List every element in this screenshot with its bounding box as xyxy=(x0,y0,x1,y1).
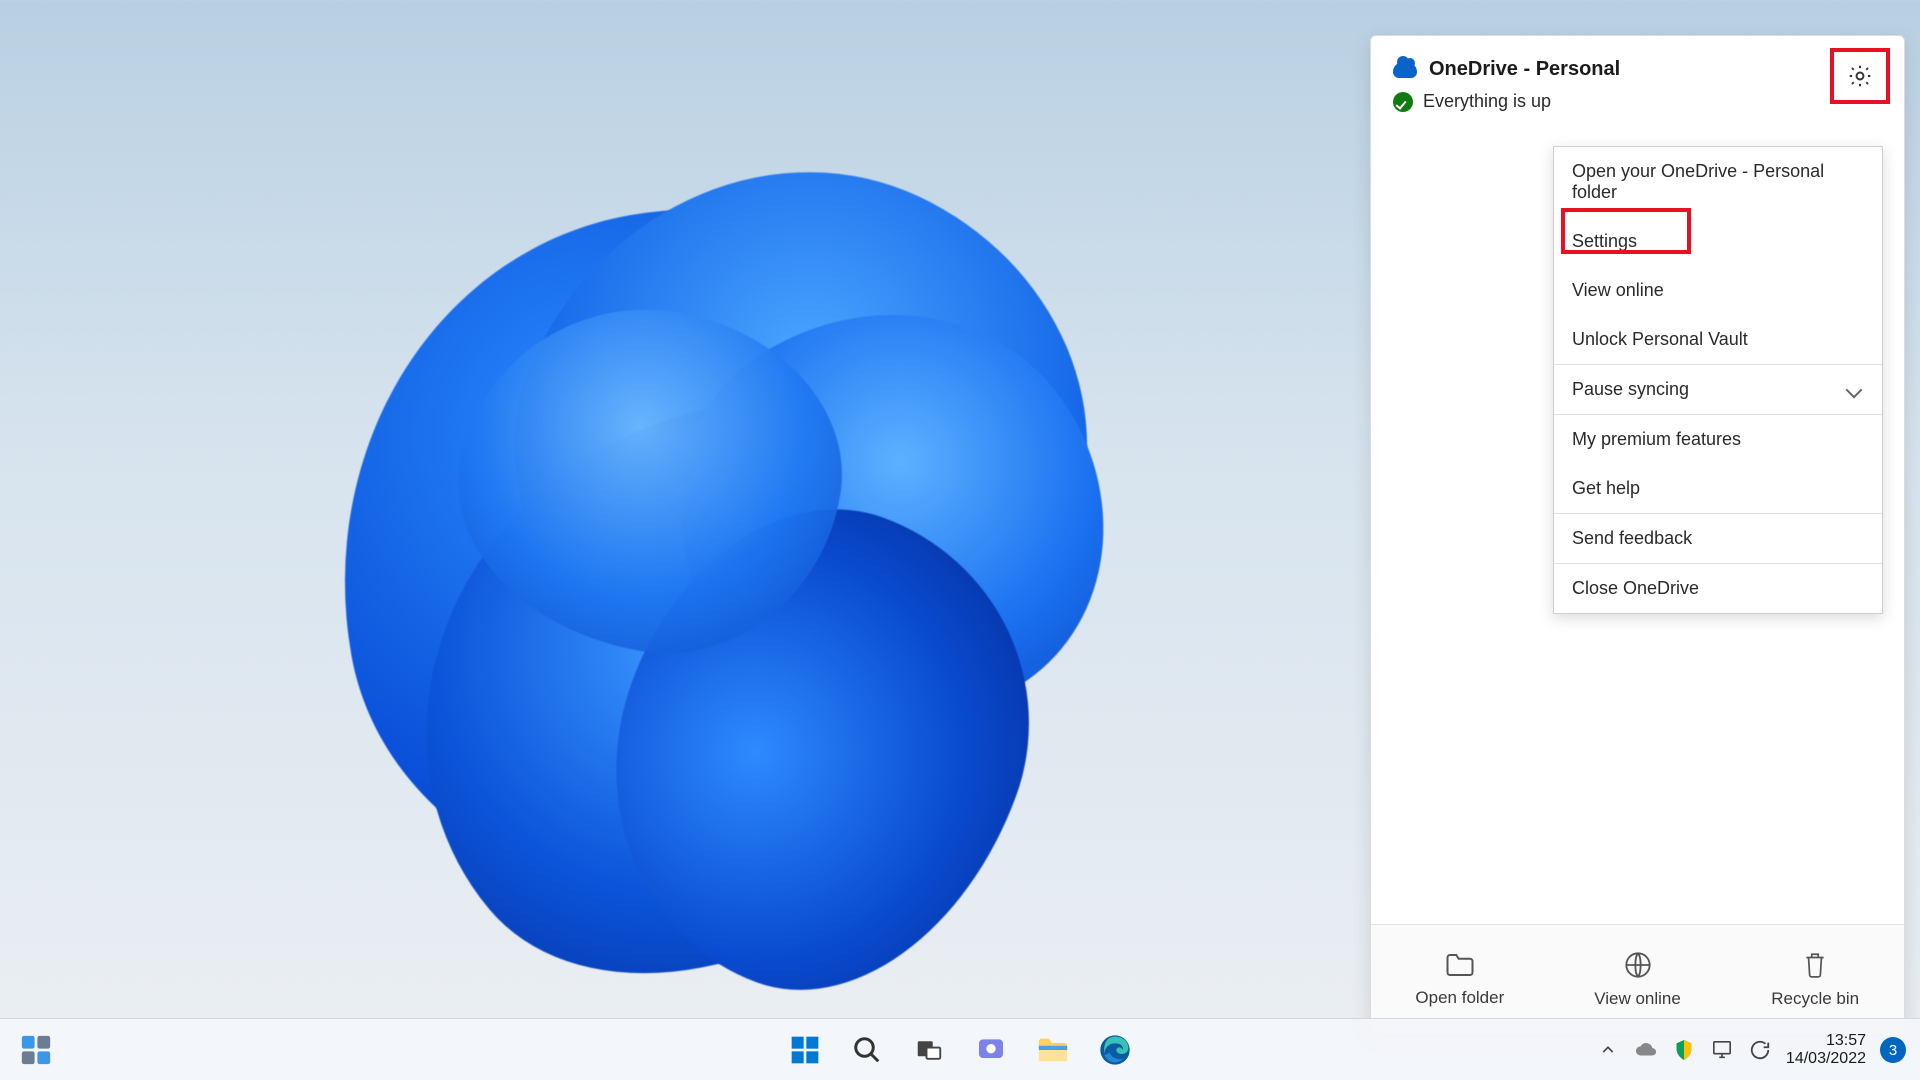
menu-send-feedback-label: Send feedback xyxy=(1572,528,1692,549)
menu-get-help-label: Get help xyxy=(1572,478,1640,499)
chevron-up-icon xyxy=(1600,1042,1616,1058)
trash-icon xyxy=(1802,951,1828,979)
chat-icon xyxy=(975,1034,1007,1066)
explorer-icon xyxy=(1036,1035,1070,1065)
sync-status-text: Everything is up xyxy=(1423,91,1551,112)
onedrive-title: OneDrive - Personal xyxy=(1429,58,1620,81)
clock-date: 14/03/2022 xyxy=(1786,1050,1866,1068)
menu-open-folder[interactable]: Open your OneDrive - Personal folder xyxy=(1554,147,1882,217)
start-button[interactable] xyxy=(779,1026,831,1074)
menu-pause-syncing[interactable]: Pause syncing xyxy=(1554,364,1882,414)
system-tray: 13:57 14/03/2022 3 xyxy=(1596,1019,1906,1080)
notification-count: 3 xyxy=(1889,1042,1897,1059)
menu-premium-label: My premium features xyxy=(1572,429,1741,450)
taskbar-clock[interactable]: 13:57 14/03/2022 xyxy=(1786,1032,1866,1069)
onedrive-header: OneDrive - Personal xyxy=(1371,36,1904,85)
notification-badge[interactable]: 3 xyxy=(1880,1037,1906,1063)
sync-status-row: Everything is up xyxy=(1371,85,1904,122)
tray-security-button[interactable] xyxy=(1672,1038,1696,1062)
menu-close-onedrive-label: Close OneDrive xyxy=(1572,578,1699,599)
menu-view-online[interactable]: View online xyxy=(1554,266,1882,315)
menu-pause-syncing-label: Pause syncing xyxy=(1572,379,1689,400)
onedrive-popup: OneDrive - Personal Everything is up Ope… xyxy=(1370,35,1905,1035)
check-icon xyxy=(1393,92,1413,112)
tray-onedrive-button[interactable] xyxy=(1634,1038,1658,1062)
gear-menu: Open your OneDrive - Personal folder Set… xyxy=(1553,146,1883,614)
start-icon xyxy=(789,1034,821,1066)
tray-chevron-button[interactable] xyxy=(1596,1038,1620,1062)
explorer-button[interactable] xyxy=(1027,1026,1079,1074)
menu-unlock-vault-label: Unlock Personal Vault xyxy=(1572,329,1748,350)
widgets-icon xyxy=(19,1033,53,1067)
folder-icon xyxy=(1445,952,1475,978)
search-icon xyxy=(852,1035,882,1065)
menu-premium[interactable]: My premium features xyxy=(1554,414,1882,464)
gear-button[interactable] xyxy=(1838,54,1882,98)
footer-open-folder-label: Open folder xyxy=(1415,988,1504,1008)
taskbar-center xyxy=(779,1026,1141,1074)
taskview-button[interactable] xyxy=(903,1026,955,1074)
menu-settings-label: Settings xyxy=(1572,231,1637,252)
onedrive-tray-icon xyxy=(1635,1042,1657,1058)
edge-button[interactable] xyxy=(1089,1026,1141,1074)
security-icon xyxy=(1674,1039,1694,1061)
clock-time: 13:57 xyxy=(1786,1032,1866,1050)
tray-update-button[interactable] xyxy=(1748,1038,1772,1062)
tray-network-button[interactable] xyxy=(1710,1038,1734,1062)
menu-close-onedrive[interactable]: Close OneDrive xyxy=(1554,563,1882,613)
update-icon xyxy=(1749,1039,1771,1061)
widgets-button[interactable] xyxy=(14,1029,58,1071)
menu-settings[interactable]: Settings xyxy=(1554,217,1882,266)
cloud-icon xyxy=(1393,62,1417,78)
chat-button[interactable] xyxy=(965,1026,1017,1074)
network-icon xyxy=(1711,1040,1733,1060)
taskbar: 13:57 14/03/2022 3 xyxy=(0,1018,1920,1080)
menu-view-online-label: View online xyxy=(1572,280,1664,301)
search-button[interactable] xyxy=(841,1026,893,1074)
footer-recycle-bin-label: Recycle bin xyxy=(1771,989,1859,1009)
taskview-icon xyxy=(914,1035,944,1065)
menu-open-folder-label: Open your OneDrive - Personal folder xyxy=(1572,161,1864,203)
gear-icon xyxy=(1847,63,1873,89)
menu-unlock-vault[interactable]: Unlock Personal Vault xyxy=(1554,315,1882,364)
wallpaper-bloom xyxy=(260,130,1260,990)
globe-icon xyxy=(1624,951,1652,979)
menu-get-help[interactable]: Get help xyxy=(1554,464,1882,513)
edge-icon xyxy=(1099,1034,1131,1066)
footer-view-online-label: View online xyxy=(1594,989,1681,1009)
chevron-down-icon xyxy=(1846,381,1863,398)
menu-send-feedback[interactable]: Send feedback xyxy=(1554,513,1882,563)
